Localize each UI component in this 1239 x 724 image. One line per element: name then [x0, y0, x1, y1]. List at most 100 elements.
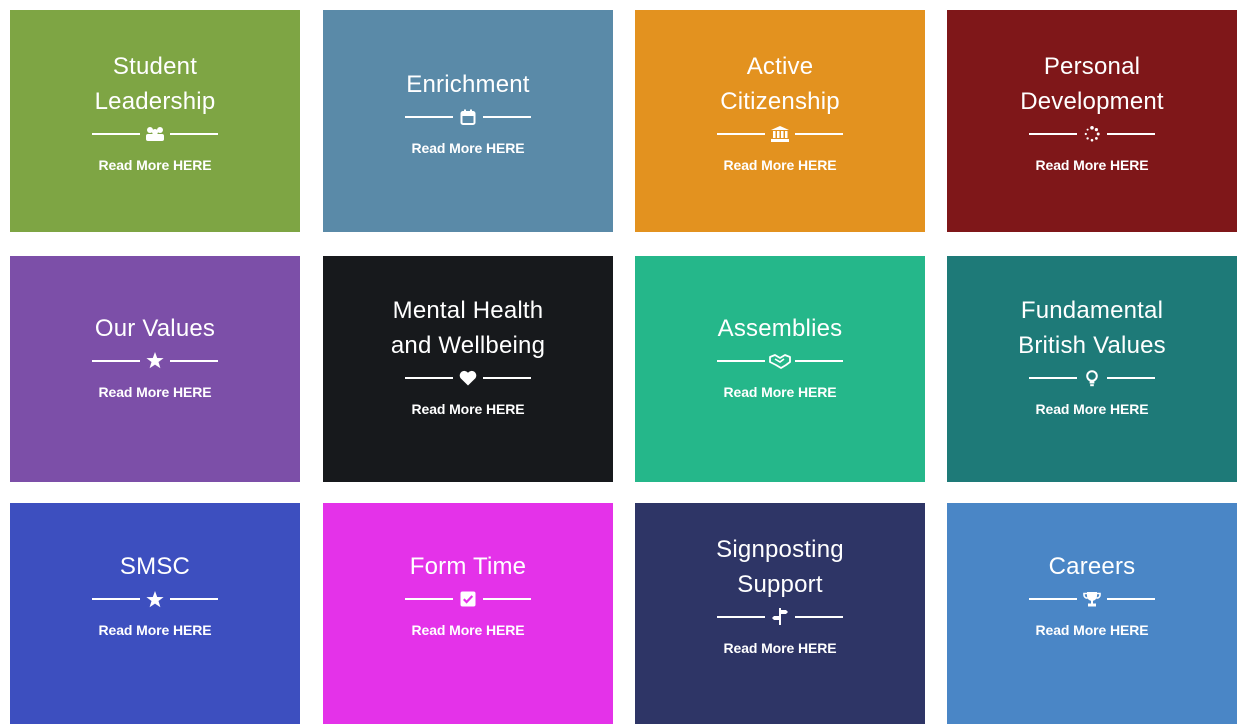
divider-line-left [92, 359, 140, 362]
divider-line-right [483, 115, 531, 118]
tile-content: SMSC Read More HERE [92, 549, 218, 638]
tile-divider [1029, 369, 1155, 387]
tile-divider [1029, 125, 1155, 143]
divider-line-left [1029, 133, 1077, 135]
divider-line-right [170, 133, 218, 135]
tile-enrichment[interactable]: Enrichment Read More HERE [323, 10, 613, 232]
handshake-icon [765, 352, 795, 370]
read-more-link[interactable]: Read More HERE [99, 622, 212, 638]
star-icon [140, 352, 170, 370]
tile-title-line-1: Personal [1043, 53, 1141, 80]
divider-line-right [482, 377, 531, 379]
read-more-link[interactable]: Read More HERE [99, 384, 212, 400]
tile-title: Our Values [94, 314, 216, 342]
divider-line-left [405, 115, 453, 118]
divider-line-right [170, 359, 218, 362]
tile-fundamental-british-values[interactable]: Fundamental British Values Read More HER… [947, 256, 1237, 482]
tile-form-time[interactable]: Form Time Read More HERE [323, 503, 613, 724]
heart-icon [453, 369, 483, 387]
tile-title-line-1: Active [746, 53, 814, 80]
read-more-link[interactable]: Read More HERE [724, 640, 837, 656]
divider-line-right [483, 598, 531, 600]
tile-content: Assemblies Read More HERE [717, 311, 843, 400]
tile-divider [92, 590, 218, 608]
tile-content: Form Time Read More HERE [405, 549, 531, 638]
signpost-icon [765, 608, 795, 626]
tile-title: Enrichment [406, 70, 530, 98]
read-more-link[interactable]: Read More HERE [412, 140, 525, 156]
divider-line-right [1107, 598, 1155, 600]
divider-line-right [170, 598, 218, 600]
tile-divider [716, 608, 843, 626]
divider-line-right [1107, 377, 1155, 379]
read-more-link[interactable]: Read More HERE [412, 401, 525, 417]
divider-line-left [1029, 377, 1077, 379]
tile-title-line-2: Leadership [94, 88, 216, 115]
spinner-icon [1077, 125, 1107, 143]
tile-divider [717, 352, 843, 370]
read-more-link[interactable]: Read More HERE [1036, 157, 1149, 173]
read-more-link[interactable]: Read More HERE [1036, 401, 1149, 417]
read-more-link[interactable]: Read More HERE [412, 622, 525, 638]
tile-content: Mental Health and Wellbeing Read More HE… [391, 293, 545, 417]
tile-divider [405, 108, 531, 126]
tile-title-line-2: British Values [1018, 332, 1166, 359]
tile-student-leadership[interactable]: Student Leadership Read More HERE [10, 10, 300, 232]
tile-divider [92, 352, 218, 370]
tile-title-line-1: Student [112, 53, 198, 80]
tile-smsc[interactable]: SMSC Read More HERE [10, 503, 300, 724]
read-more-link[interactable]: Read More HERE [724, 157, 837, 173]
tile-title-line-1: Fundamental [1020, 297, 1164, 324]
tile-title-line-2: and Wellbeing [390, 332, 546, 359]
divider-line-left [717, 359, 765, 362]
tile-signposting-support[interactable]: Signposting Support Read More HERE [635, 503, 925, 724]
trophy-icon [1077, 590, 1107, 608]
tile-title: Assemblies [717, 314, 843, 342]
tile-content: Fundamental British Values Read More HER… [1018, 293, 1166, 417]
tile-divider [405, 590, 531, 608]
tile-divider [404, 369, 531, 387]
tile-divider [1029, 590, 1155, 608]
tile-careers[interactable]: Careers Read More HERE [947, 503, 1237, 724]
tile-our-values[interactable]: Our Values Read More HERE [10, 256, 300, 482]
divider-line-left [92, 598, 140, 600]
tile-title-line-1: Mental Health [392, 297, 544, 324]
tile-mental-health-and-wellbeing[interactable]: Mental Health and Wellbeing Read More HE… [323, 256, 613, 482]
tile-title: SMSC [119, 553, 191, 580]
tile-content: Personal Development Read More HERE [1020, 49, 1164, 173]
tile-title: Careers [1048, 553, 1136, 580]
tile-assemblies[interactable]: Assemblies Read More HERE [635, 256, 925, 482]
people-icon [140, 125, 170, 143]
lightbulb-icon [1077, 369, 1107, 387]
category-grid: Student Leadership Read More HERE Enrich… [0, 0, 1239, 724]
divider-line-left [717, 133, 765, 135]
divider-line-left [405, 598, 453, 600]
divider-line-left [92, 133, 140, 135]
tile-personal-development[interactable]: Personal Development Read More HERE [947, 10, 1237, 232]
tile-title-line-2: Development [1020, 88, 1164, 115]
read-more-link[interactable]: Read More HERE [724, 384, 837, 400]
tile-active-citizenship[interactable]: Active Citizenship Read More HERE [635, 10, 925, 232]
tile-divider [92, 125, 218, 143]
tile-content: Our Values Read More HERE [92, 311, 218, 400]
divider-line-right [794, 615, 843, 618]
tile-content: Careers Read More HERE [1029, 549, 1155, 638]
read-more-link[interactable]: Read More HERE [99, 157, 212, 173]
calendar-icon [453, 108, 483, 126]
divider-line-right [795, 359, 843, 362]
tile-content: Enrichment Read More HERE [405, 67, 531, 156]
bank-icon [765, 125, 795, 143]
tile-content: Student Leadership Read More HERE [92, 49, 218, 173]
tile-title-line-2: Support [737, 570, 823, 598]
tile-content: Active Citizenship Read More HERE [717, 49, 843, 173]
divider-line-left [404, 377, 453, 379]
tile-title: Form Time [409, 553, 527, 580]
tile-title-line-2: Citizenship [720, 88, 840, 115]
divider-line-right [795, 133, 843, 135]
tile-title-line-1: Signposting [716, 535, 844, 563]
divider-line-left [716, 615, 765, 618]
read-more-link[interactable]: Read More HERE [1036, 622, 1149, 638]
tile-divider [717, 125, 843, 143]
divider-line-right [1107, 133, 1155, 135]
tile-content: Signposting Support Read More HERE [716, 532, 844, 656]
